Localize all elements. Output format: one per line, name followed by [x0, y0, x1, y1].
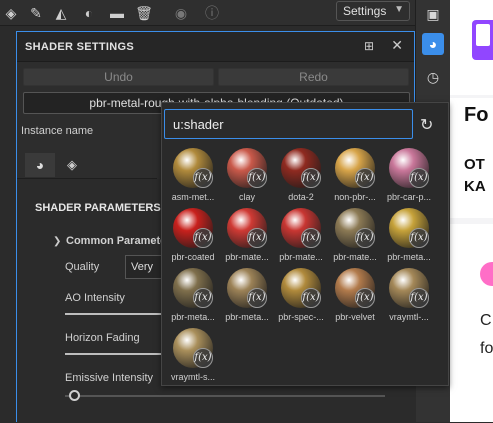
function-icon: f(x)	[409, 228, 429, 248]
shader-tile-label: vraymtl-...	[389, 312, 429, 322]
brush-icon[interactable]: ✎	[27, 4, 45, 22]
browser-page: Fo OT KA C fo	[450, 0, 493, 422]
panel-tabs: ◕ ◈	[17, 149, 157, 179]
shader-tile-label: clay	[238, 192, 255, 202]
paint-bucket-icon[interactable]: ◈	[2, 4, 20, 22]
shader-tile[interactable]: f(x) pbr-car-p...	[383, 146, 435, 206]
panel-title: SHADER SETTINGS	[25, 41, 135, 53]
settings-value: Settings	[343, 4, 387, 18]
shader-tile[interactable]: f(x) pbr-meta...	[383, 206, 435, 266]
function-icon: f(x)	[409, 288, 429, 308]
web-text-1: C	[480, 312, 492, 329]
emissive-slider-handle[interactable]	[69, 390, 80, 401]
ao-intensity-label: AO Intensity	[65, 292, 125, 304]
shader-tile-label: pbr-velvet	[335, 312, 375, 322]
shader-tile-label: pbr-mate...	[225, 252, 269, 262]
close-icon[interactable]: ✕	[391, 37, 403, 54]
function-icon: f(x)	[301, 288, 321, 308]
shader-tile[interactable]: f(x) pbr-spec-...	[275, 266, 327, 326]
function-icon: f(x)	[193, 228, 213, 248]
function-icon: f(x)	[247, 168, 267, 188]
history-icon[interactable]: ◷	[422, 66, 444, 88]
shader-tile[interactable]: f(x) asm-met...	[167, 146, 219, 206]
function-icon: f(x)	[247, 228, 267, 248]
emissive-intensity-slider[interactable]	[65, 395, 385, 397]
web-subheading-2: KA	[464, 178, 486, 195]
web-subheading-1: OT	[464, 156, 485, 173]
shader-tile[interactable]: f(x) pbr-velvet	[329, 266, 381, 326]
trash-icon[interactable]: 🗑	[135, 4, 153, 22]
function-icon: f(x)	[301, 168, 321, 188]
pink-badge	[480, 262, 493, 286]
shader-tile[interactable]: f(x) pbr-mate...	[221, 206, 273, 266]
shader-tile[interactable]: f(x) pbr-mate...	[275, 206, 327, 266]
fill-icon[interactable]: ◭	[52, 4, 70, 22]
camera-icon[interactable]: ▣	[422, 3, 444, 25]
shader-tile-label: asm-met...	[171, 192, 215, 202]
group-collapse-icon[interactable]: ❯	[53, 236, 61, 247]
function-icon: f(x)	[355, 288, 375, 308]
emissive-intensity-label: Emissive Intensity	[65, 372, 154, 384]
horizon-fading-slider[interactable]	[65, 353, 161, 355]
function-icon: f(x)	[193, 348, 213, 368]
top-toolbar: ◈ ✎ ◭ ◐ ▬ 🗑 ◉ ⓘ Settings ▼	[0, 0, 415, 26]
shader-tile[interactable]: f(x) dota-2	[275, 146, 327, 206]
shader-tile-label: vraymtl-s...	[171, 372, 215, 382]
quality-label: Quality	[65, 261, 100, 273]
shader-tile[interactable]: f(x) vraymtl-s...	[167, 326, 219, 386]
horizon-fading-label: Horizon Fading	[65, 332, 140, 344]
content-card-1: Fo OT KA	[450, 98, 493, 218]
folder-icon[interactable]: ▬	[108, 4, 126, 22]
brand-logo	[472, 20, 493, 60]
shader-tile-label: dota-2	[288, 192, 314, 202]
web-text-2: fo	[480, 340, 493, 357]
material-icon[interactable]: ◐	[80, 4, 98, 22]
shader-search-input[interactable]	[164, 109, 413, 139]
content-card-2: C fo	[450, 224, 493, 422]
shader-tile-label: pbr-spec-...	[278, 312, 324, 322]
chevron-down-icon: ▼	[394, 4, 404, 15]
quality-select[interactable]: Very	[125, 255, 165, 279]
panel-header: SHADER SETTINGS ⊞ ✕	[17, 32, 414, 62]
shader-tile[interactable]: f(x) non-pbr-...	[329, 146, 381, 206]
shader-tile-label: pbr-car-p...	[386, 192, 431, 202]
function-icon: f(x)	[355, 228, 375, 248]
shader-tile[interactable]: f(x) pbr-coated	[167, 206, 219, 266]
function-icon: f(x)	[193, 288, 213, 308]
tab-shader-icon[interactable]: ◕	[25, 153, 55, 177]
shader-tile-label: pbr-meta...	[171, 312, 215, 322]
eye-icon[interactable]: ◉	[172, 4, 190, 22]
info-icon[interactable]: ⓘ	[203, 4, 221, 22]
shader-tile[interactable]: f(x) vraymtl-...	[383, 266, 435, 326]
function-icon: f(x)	[409, 168, 429, 188]
redo-button[interactable]: Redo	[218, 68, 409, 86]
tab-material-icon[interactable]: ◈	[57, 153, 87, 177]
settings-dropdown[interactable]: Settings ▼	[336, 1, 410, 21]
undock-icon[interactable]: ⊞	[364, 39, 374, 53]
function-icon: f(x)	[355, 168, 375, 188]
shader-tile-label: non-pbr-...	[334, 192, 376, 202]
shader-tile[interactable]: f(x) pbr-meta...	[221, 266, 273, 326]
shader-tile-label: pbr-meta...	[225, 312, 269, 322]
shader-picker-popup: ↻ f(x) asm-met... f(x) clay f(x) dota-2 f(x) no…	[161, 102, 449, 386]
refresh-icon[interactable]: ↻	[420, 115, 433, 135]
undo-button[interactable]: Undo	[23, 68, 214, 86]
shader-tile-label: pbr-coated	[171, 252, 215, 262]
quality-value: Very	[131, 261, 154, 273]
function-icon: f(x)	[301, 228, 321, 248]
ao-intensity-slider[interactable]	[65, 313, 161, 315]
shader-tile-label: pbr-meta...	[387, 252, 431, 262]
header-card	[450, 0, 493, 95]
shader-tile[interactable]: f(x) pbr-meta...	[167, 266, 219, 326]
shader-tile[interactable]: f(x) clay	[221, 146, 273, 206]
shader-settings-icon[interactable]: ◕	[422, 33, 444, 55]
shader-tile-label: pbr-mate...	[333, 252, 377, 262]
section-title: SHADER PARAMETERS	[35, 202, 161, 214]
web-heading: Fo	[464, 104, 489, 126]
instance-name-label: Instance name	[21, 125, 94, 137]
function-icon: f(x)	[193, 168, 213, 188]
shader-tile[interactable]: f(x) pbr-mate...	[329, 206, 381, 266]
shader-tile-label: pbr-mate...	[279, 252, 323, 262]
function-icon: f(x)	[247, 288, 267, 308]
